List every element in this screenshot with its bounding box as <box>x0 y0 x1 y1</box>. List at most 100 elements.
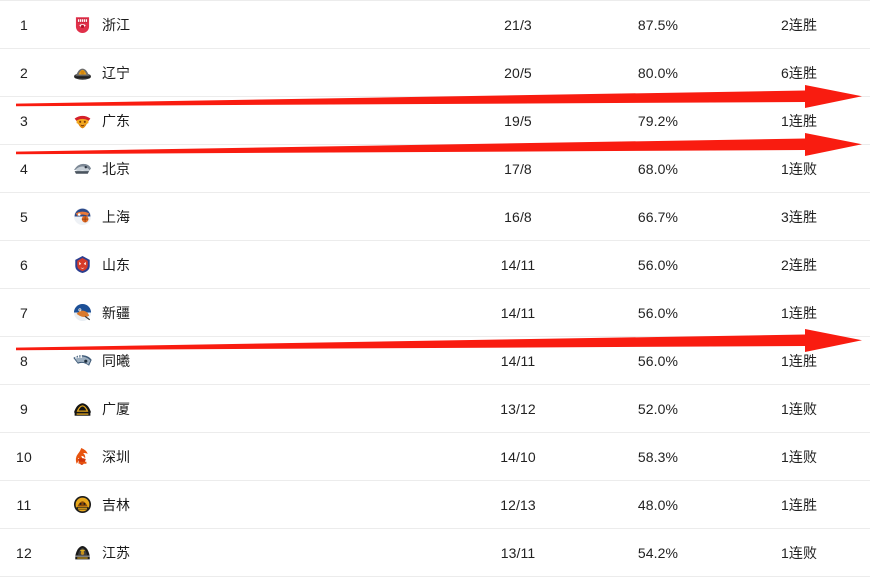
shandong-logo <box>75 255 90 274</box>
table-row[interactable]: 12 江苏 13/11 54.2% 1连败 <box>0 528 870 577</box>
rank-value: 8 <box>20 352 28 369</box>
streak-value: 6连胜 <box>780 64 818 81</box>
win-rate-value: 80.0% <box>637 64 679 81</box>
streak-cell: 1连胜 <box>728 288 870 337</box>
team-cell[interactable]: 江苏 <box>48 528 448 577</box>
rank-value: 3 <box>20 112 28 129</box>
streak-cell: 1连败 <box>728 144 870 193</box>
jilin-logo <box>73 495 92 514</box>
team-cell[interactable]: 辽宁 <box>48 48 448 97</box>
rank-cell: 12 <box>0 528 48 577</box>
rank-value: 10 <box>16 448 32 465</box>
streak-value: 1连败 <box>780 400 818 417</box>
rank-value: 11 <box>16 496 32 513</box>
team-cell[interactable]: 山东 <box>48 240 448 289</box>
shanghai-logo <box>73 207 92 226</box>
standings-page: 1 浙江 21/3 87.5% 2连胜 2 辽宁 20/5 80.0% 6连胜 … <box>0 0 870 580</box>
team-cell[interactable]: 浙江 <box>48 0 448 49</box>
win-rate-value: 68.0% <box>637 160 679 177</box>
team-cell[interactable]: 新疆 <box>48 288 448 337</box>
streak-cell: 2连胜 <box>728 0 870 49</box>
streak-cell: 1连胜 <box>728 96 870 145</box>
win-rate-cell: 48.0% <box>588 480 728 529</box>
team-name: 同曦 <box>102 352 130 369</box>
table-row[interactable]: 11 吉林 12/13 48.0% 1连胜 <box>0 480 870 529</box>
zhejiang-logo <box>75 17 90 34</box>
record-cell: 21/3 <box>448 0 588 49</box>
win-rate-cell: 56.0% <box>588 336 728 385</box>
team-cell[interactable]: 广厦 <box>48 384 448 433</box>
team-name: 吉林 <box>102 496 130 513</box>
streak-value: 1连败 <box>780 448 818 465</box>
streak-cell: 2连胜 <box>728 240 870 289</box>
rank-cell: 7 <box>0 288 48 337</box>
team-cell[interactable]: 深圳 <box>48 432 448 481</box>
team-cell[interactable]: 北京 <box>48 144 448 193</box>
rank-cell: 4 <box>0 144 48 193</box>
win-rate-value: 56.0% <box>637 352 679 369</box>
streak-cell: 1连败 <box>728 528 870 577</box>
team-cell[interactable]: 吉林 <box>48 480 448 529</box>
liaoning-logo <box>73 68 92 80</box>
team-cell[interactable]: 上海 <box>48 192 448 241</box>
guangdong-logo <box>74 115 91 129</box>
rank-value: 6 <box>20 256 28 273</box>
rank-value: 12 <box>16 544 32 561</box>
team-cell[interactable]: 同曦 <box>48 336 448 385</box>
record-value: 14/11 <box>500 352 536 369</box>
rank-cell: 1 <box>0 0 48 49</box>
team-name: 新疆 <box>102 304 130 321</box>
record-value: 14/11 <box>500 256 536 273</box>
table-row[interactable]: 10 深圳 14/10 58.3% 1连败 <box>0 432 870 481</box>
win-rate-cell: 54.2% <box>588 528 728 577</box>
record-value: 14/10 <box>500 448 536 465</box>
streak-value: 1连胜 <box>780 304 818 321</box>
rank-cell: 6 <box>0 240 48 289</box>
team-name: 上海 <box>102 208 130 225</box>
record-cell: 13/11 <box>448 528 588 577</box>
win-rate-cell: 56.0% <box>588 288 728 337</box>
record-value: 20/5 <box>504 64 532 81</box>
streak-value: 1连败 <box>780 160 818 177</box>
tongxi-logo <box>73 354 92 366</box>
team-name: 北京 <box>102 160 130 177</box>
table-row[interactable]: 3 广东 19/5 79.2% 1连胜 <box>0 96 870 145</box>
record-cell: 14/10 <box>448 432 588 481</box>
table-row[interactable]: 1 浙江 21/3 87.5% 2连胜 <box>0 0 870 49</box>
streak-value: 1连胜 <box>780 352 818 369</box>
win-rate-value: 87.5% <box>637 16 679 33</box>
team-standings-table: 1 浙江 21/3 87.5% 2连胜 2 辽宁 20/5 80.0% 6连胜 … <box>0 0 870 577</box>
table-row[interactable]: 5 上海 16/8 66.7% 3连胜 <box>0 192 870 241</box>
table-row[interactable]: 2 辽宁 20/5 80.0% 6连胜 <box>0 48 870 97</box>
record-value: 12/13 <box>500 496 536 513</box>
rank-value: 9 <box>20 400 28 417</box>
record-cell: 19/5 <box>448 96 588 145</box>
record-value: 21/3 <box>504 16 532 33</box>
win-rate-cell: 56.0% <box>588 240 728 289</box>
team-cell[interactable]: 广东 <box>48 96 448 145</box>
table-row[interactable]: 4 北京 17/8 68.0% 1连败 <box>0 144 870 193</box>
rank-value: 4 <box>20 160 28 177</box>
record-value: 19/5 <box>504 112 532 129</box>
table-row[interactable]: 9 广厦 13/12 52.0% 1连败 <box>0 384 870 433</box>
win-rate-cell: 66.7% <box>588 192 728 241</box>
beijing-logo <box>73 163 92 174</box>
team-name: 深圳 <box>102 448 130 465</box>
rank-cell: 11 <box>0 480 48 529</box>
win-rate-value: 58.3% <box>637 448 679 465</box>
team-name: 山东 <box>102 256 130 273</box>
rank-cell: 2 <box>0 48 48 97</box>
win-rate-cell: 80.0% <box>588 48 728 97</box>
team-name: 广东 <box>102 112 130 129</box>
win-rate-value: 79.2% <box>637 112 679 129</box>
win-rate-cell: 52.0% <box>588 384 728 433</box>
streak-cell: 1连败 <box>728 384 870 433</box>
win-rate-cell: 68.0% <box>588 144 728 193</box>
table-row[interactable]: 8 同曦 14/11 56.0% 1连胜 <box>0 336 870 385</box>
win-rate-value: 56.0% <box>637 304 679 321</box>
table-row[interactable]: 6 山东 14/11 56.0% 2连胜 <box>0 240 870 289</box>
table-row[interactable]: 7 新疆 14/11 56.0% 1连胜 <box>0 288 870 337</box>
win-rate-value: 56.0% <box>637 256 679 273</box>
record-value: 13/11 <box>500 544 536 561</box>
streak-value: 2连胜 <box>780 16 818 33</box>
